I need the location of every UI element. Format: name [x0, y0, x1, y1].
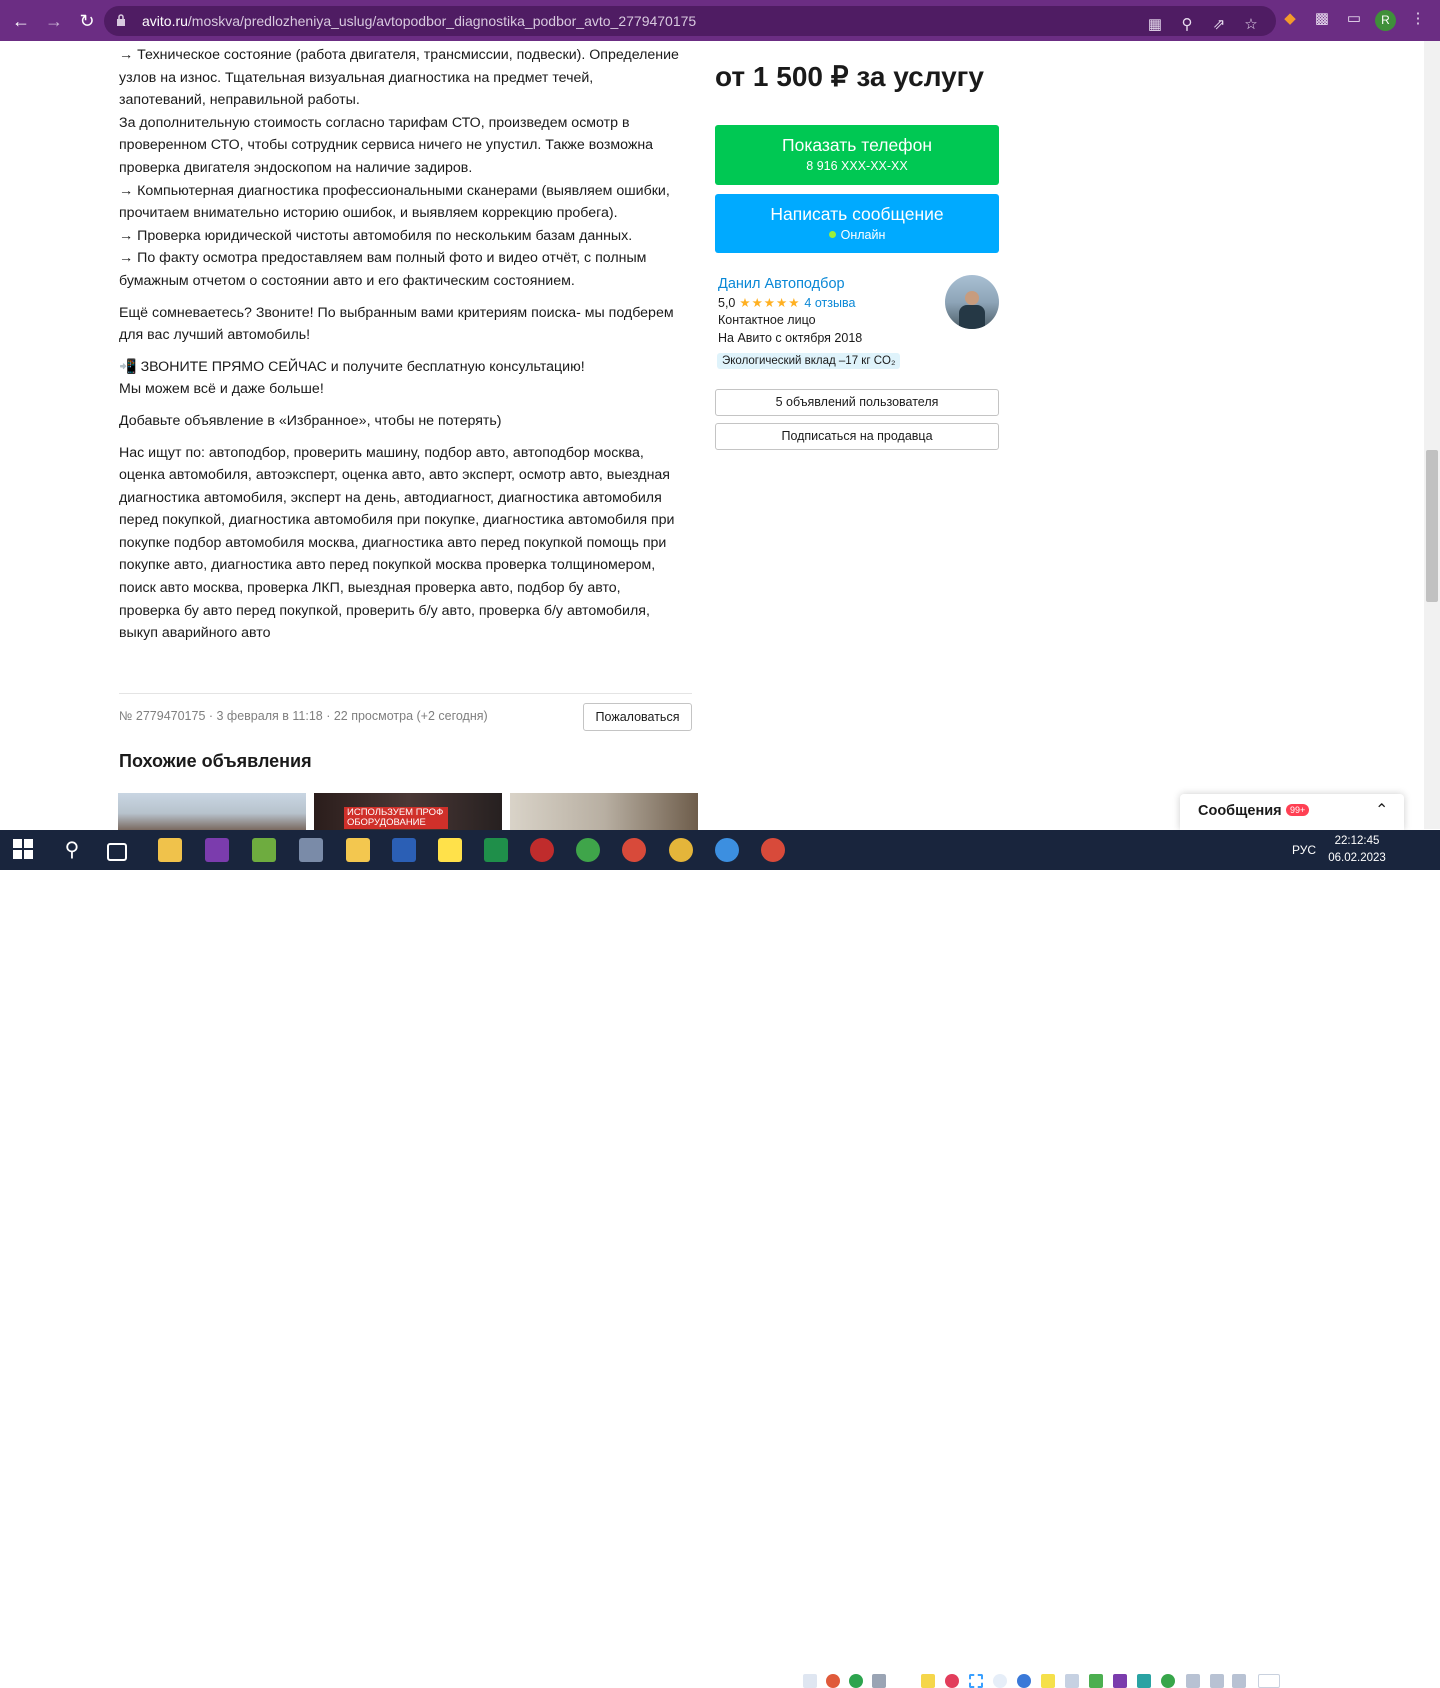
- divider: [119, 693, 692, 694]
- chrome-icon[interactable]: [715, 838, 739, 862]
- browser-toolbar: ← → ↻ avito.ru/moskva/predlozheniya_uslu…: [0, 0, 1440, 41]
- word-icon[interactable]: [392, 838, 416, 862]
- task-view-icon[interactable]: [107, 843, 127, 861]
- search-icon[interactable]: ⚲: [60, 838, 84, 862]
- reviews-link[interactable]: 4 отзыва: [804, 296, 855, 310]
- tray-app-icon[interactable]: [921, 1674, 935, 1688]
- network-icon[interactable]: [1210, 1674, 1224, 1688]
- similar-listings-title: Похожие объявления: [119, 751, 312, 771]
- online-dot-icon: [828, 231, 836, 238]
- notepad-icon[interactable]: [252, 838, 276, 862]
- seller-avatar[interactable]: [945, 275, 999, 329]
- windows-taskbar: ⚲: [0, 830, 1440, 1688]
- chrome-icon[interactable]: [761, 838, 785, 862]
- zoom-icon[interactable]: ⚲: [1176, 14, 1198, 36]
- onenote-tray-icon[interactable]: [1113, 1674, 1127, 1688]
- similar-listing-thumbnail[interactable]: ИСПОЛЬЗУЕМ ПРОФ ОБОРУДОВАНИЕ: [314, 793, 502, 830]
- messages-count-badge: 99+: [1286, 804, 1310, 816]
- snip-icon[interactable]: [969, 1674, 983, 1688]
- seller-name-link[interactable]: Данил Автоподбор: [718, 276, 845, 292]
- chevron-up-icon[interactable]: ⌃: [1375, 800, 1388, 820]
- language-indicator[interactable]: РУС: [1292, 843, 1316, 857]
- description-block-4: Добавьте объявление в «Избранное», чтобы…: [119, 412, 502, 429]
- address-bar[interactable]: avito.ru/moskva/predlozheniya_uslug/avto…: [104, 6, 1276, 36]
- translate-icon[interactable]: ▦: [1144, 14, 1166, 36]
- show-phone-button[interactable]: Показать телефон 8 916 XXX-XX-XX: [715, 125, 999, 185]
- scrollbar-thumb[interactable]: [1426, 450, 1438, 602]
- url-text: avito.ru/moskva/predlozheniya_uslug/avto…: [142, 13, 697, 29]
- contact-type: Контактное лицо: [718, 313, 816, 327]
- listing-meta: № 2779470175 · 3 февраля в 11:18 · 22 пр…: [119, 709, 488, 723]
- tray-app-icon[interactable]: [872, 1674, 886, 1688]
- write-message-button[interactable]: Написать сообщение Онлайн: [715, 194, 999, 253]
- share-icon[interactable]: ⇗: [1208, 14, 1230, 36]
- windows-start-icon[interactable]: [12, 838, 36, 862]
- sticky-notes-icon[interactable]: [438, 838, 462, 862]
- battery-icon[interactable]: [1186, 1674, 1200, 1688]
- chrome-icon[interactable]: [669, 838, 693, 862]
- onenote-icon[interactable]: [205, 838, 229, 862]
- chrome-icon[interactable]: [576, 838, 600, 862]
- tray-app-icon[interactable]: [945, 1674, 959, 1688]
- menu-kebab-icon[interactable]: ⋮: [1407, 8, 1429, 30]
- notifications-icon[interactable]: [1400, 1673, 1416, 1687]
- tray-app-icon[interactable]: [1161, 1674, 1175, 1688]
- file-app-icon[interactable]: [158, 838, 182, 862]
- seller-rating: 5,0 ★★★★★ 4 отзыва: [718, 296, 856, 310]
- tray-app-icon[interactable]: [826, 1674, 840, 1688]
- description-block-3: 📲 ЗВОНИТЕ ПРЯМО СЕЙЧАС и получите беспла…: [119, 358, 585, 398]
- thumbnail-caption: ИСПОЛЬЗУЕМ ПРОФ ОБОРУДОВАНИЕ: [344, 807, 448, 829]
- similar-listing-thumbnail[interactable]: [118, 793, 306, 830]
- tray-app-icon[interactable]: [1017, 1674, 1031, 1688]
- system-clock[interactable]: 22:12:45 06.02.2023: [1328, 833, 1386, 867]
- reload-icon[interactable]: ↻: [75, 9, 99, 33]
- description-block-1: → Техническое состояние (работа двигател…: [119, 47, 679, 289]
- excel-icon[interactable]: [484, 838, 508, 862]
- page-scrollbar[interactable]: [1424, 41, 1440, 829]
- app-icon[interactable]: [299, 838, 323, 862]
- description-block-2: Ещё сомневаетесь? Звоните! По выбранным …: [119, 304, 674, 344]
- description-block-5: Нас ищут по: автоподбор, проверить машин…: [119, 444, 675, 642]
- app-icon[interactable]: [530, 838, 554, 862]
- extensions-puzzle-icon[interactable]: ▩: [1311, 8, 1333, 30]
- service-price: от 1 500 ₽ за услугу: [715, 61, 984, 92]
- tray-app-icon[interactable]: [1137, 1674, 1151, 1688]
- report-button[interactable]: Пожаловаться: [583, 703, 692, 731]
- tray-app-icon[interactable]: [993, 1674, 1007, 1688]
- tray-app-icon[interactable]: [1089, 1674, 1103, 1688]
- side-panel-icon[interactable]: ▭: [1343, 8, 1365, 30]
- back-arrow-icon[interactable]: ←: [9, 9, 33, 33]
- chrome-icon[interactable]: [622, 838, 646, 862]
- member-since: На Авито с октября 2018: [718, 331, 863, 345]
- telegram-icon[interactable]: [803, 1674, 817, 1688]
- eco-badge: Экологический вклад –17 кг CO₂: [717, 353, 901, 369]
- tray-app-icon[interactable]: [897, 1674, 911, 1688]
- messages-widget[interactable]: Сообщения 99+ ⌃: [1180, 794, 1404, 830]
- volume-icon[interactable]: [1232, 1674, 1246, 1688]
- tray-app-icon[interactable]: [1065, 1674, 1079, 1688]
- user-ads-button[interactable]: 5 объявлений пользователя: [715, 389, 999, 416]
- bookmark-star-icon[interactable]: ☆: [1240, 14, 1262, 36]
- listing-description: → Техническое состояние (работа двигател…: [119, 44, 694, 654]
- tray-app-icon[interactable]: [849, 1674, 863, 1688]
- subscribe-button[interactable]: Подписаться на продавца: [715, 423, 999, 450]
- file-explorer-icon[interactable]: [346, 838, 370, 862]
- profile-avatar[interactable]: R: [1375, 10, 1396, 31]
- forward-arrow-icon[interactable]: →: [42, 9, 66, 33]
- rating-stars-icon: ★★★★★: [739, 296, 801, 310]
- lock-icon: [117, 14, 125, 26]
- keyboard-icon[interactable]: [1258, 1674, 1280, 1688]
- tray-app-icon[interactable]: [1041, 1674, 1055, 1688]
- metamask-extension-icon[interactable]: ◆: [1279, 8, 1301, 30]
- similar-listing-thumbnail[interactable]: [510, 793, 698, 830]
